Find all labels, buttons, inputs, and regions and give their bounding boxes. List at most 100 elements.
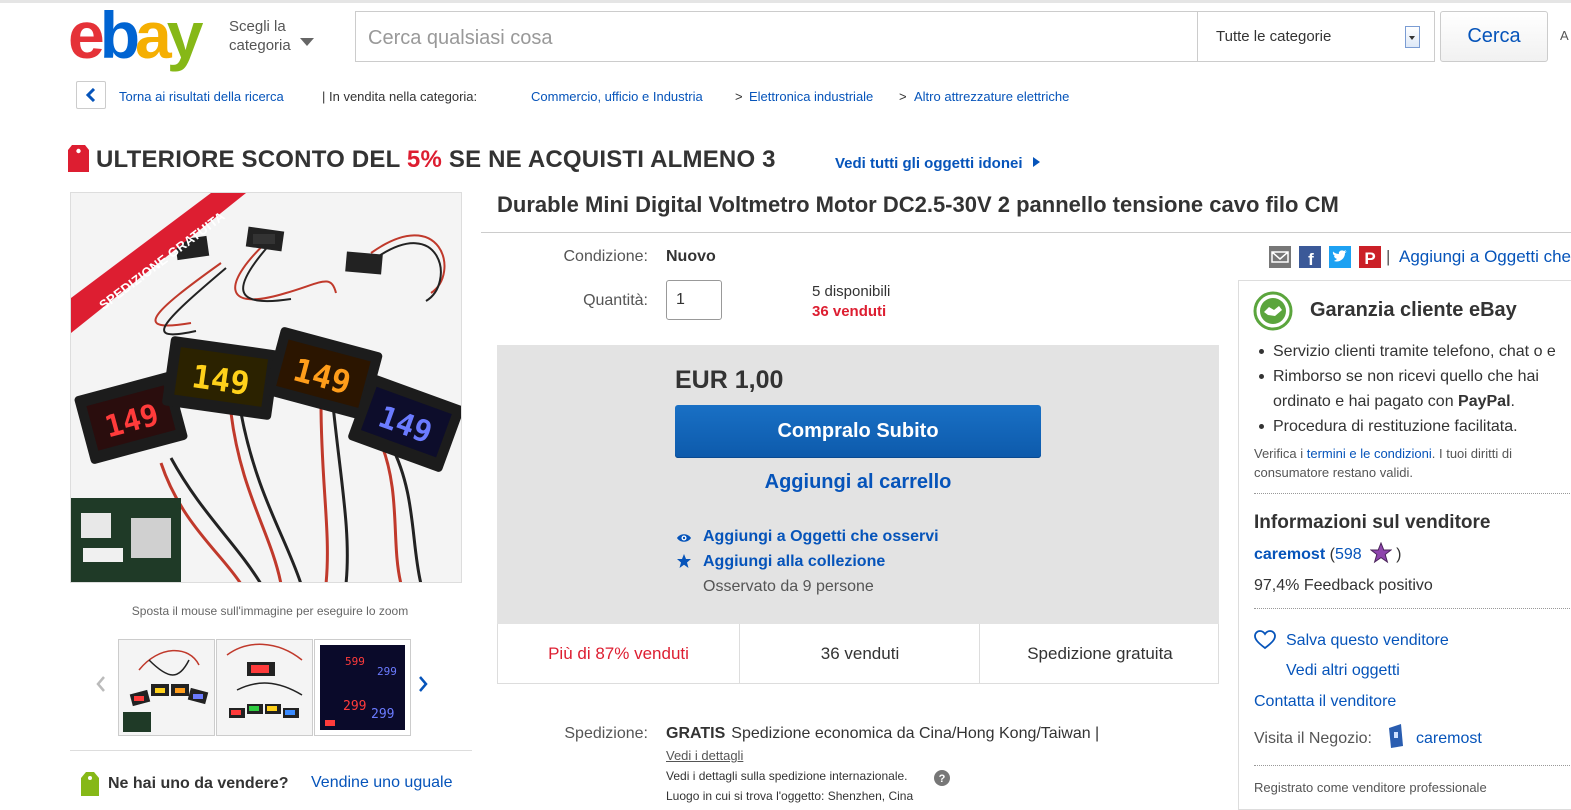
- registered-seller-note: Registrato come venditore professionale: [1254, 780, 1487, 795]
- back-to-results-link[interactable]: Torna ai risultati della ricerca: [119, 89, 284, 104]
- category-select-value: Tutte le categorie: [1216, 28, 1332, 45]
- item-location: Luogo in cui si trova l'oggetto: Shenzhe…: [666, 789, 914, 803]
- twitter-share-icon[interactable]: [1329, 246, 1351, 273]
- dropdown-arrow-icon[interactable]: [1405, 26, 1420, 48]
- guarantee-text: Rimborso se non ricevi quello che hai: [1273, 368, 1539, 385]
- contact-seller-link[interactable]: Contatta il venditore: [1254, 693, 1396, 711]
- promo-banner: ULTERIORE SCONTO DEL 5% SE NE ACQUISTI A…: [96, 146, 776, 174]
- sell-tag-icon: [80, 770, 100, 801]
- eye-icon: [676, 531, 692, 549]
- seller-info-row: caremost (598 ): [1254, 541, 1401, 564]
- promo-link-label: Vedi tutti gli oggetti idonei: [835, 155, 1023, 172]
- top-border: [0, 0, 1571, 3]
- breadcrumb-label: | In vendita nella categoria:: [322, 89, 478, 104]
- shipping-label: Spedizione:: [564, 725, 648, 742]
- terms-note: Verifica i termini e le condizioni. I tu…: [1254, 444, 1564, 482]
- stat-percent-sold: Più di 87% venduti: [548, 644, 689, 663]
- breadcrumb-arrow: >: [899, 89, 907, 104]
- display-yellow: 149: [189, 357, 252, 403]
- watchers-count: Osservato da 9 persone: [703, 578, 874, 595]
- add-to-collection-link[interactable]: Aggiungi alla collezione: [703, 553, 885, 571]
- category-picker-line2: categoria: [229, 37, 291, 54]
- email-share-icon[interactable]: [1269, 246, 1291, 273]
- guarantee-item: Procedura di restituzione facilitata.: [1255, 414, 1571, 439]
- header-edge-text[interactable]: A: [1560, 28, 1569, 43]
- thumb-display-blue-2: 299: [371, 707, 394, 722]
- zoom-hint: Sposta il mouse sull'immagine per esegui…: [131, 604, 409, 618]
- available-count: 5 disponibili: [812, 283, 891, 300]
- svg-text:f: f: [1308, 250, 1314, 268]
- price-tag-icon: [68, 145, 89, 172]
- condition-value: Nuovo: [666, 248, 716, 265]
- heart-icon[interactable]: [1254, 630, 1276, 655]
- guarantee-text: Procedura di restituzione facilitata.: [1273, 418, 1518, 435]
- condition-label: Condizione:: [563, 248, 649, 265]
- guarantee-list: Servizio clienti tramite telefono, chat …: [1255, 339, 1571, 439]
- category-select[interactable]: Tutte le categorie: [1197, 11, 1435, 62]
- back-button[interactable]: [76, 81, 106, 109]
- thumb-display-red-2: 299: [343, 699, 366, 714]
- seller-info-title: Informazioni sul venditore: [1254, 512, 1491, 533]
- add-to-cart-button[interactable]: Aggiungi al carrello: [675, 471, 1041, 494]
- store-name-link[interactable]: caremost: [1416, 730, 1482, 748]
- sell-question: Ne hai uno da vendere?: [108, 775, 289, 792]
- thumbnail-1[interactable]: [118, 639, 215, 736]
- divider: [481, 232, 1571, 233]
- facebook-share-icon[interactable]: f: [1299, 246, 1321, 273]
- svg-text:P: P: [1364, 249, 1375, 268]
- category-picker[interactable]: Scegli la categoria: [229, 17, 314, 55]
- add-to-watchlist-top-link[interactable]: Aggiungi a Oggetti che: [1399, 247, 1571, 267]
- seller-name-link[interactable]: caremost: [1254, 546, 1325, 563]
- svg-text:?: ?: [939, 773, 946, 785]
- share-separator: |: [1386, 247, 1391, 266]
- promo-percent: 5%: [406, 146, 442, 173]
- shipping-value: GRATIS Spedizione economica da Cina/Hong …: [666, 725, 1099, 743]
- stat-free-shipping: Spedizione gratuita: [979, 624, 1220, 683]
- price: EUR 1,00: [675, 366, 784, 394]
- thumb-prev-icon[interactable]: [96, 676, 106, 697]
- sold-count[interactable]: 36 venduti: [812, 303, 886, 320]
- dotted-divider: [1254, 608, 1571, 609]
- add-to-watchlist-link[interactable]: Aggiungi a Oggetti che osservi: [703, 528, 939, 546]
- breadcrumb-item-altro[interactable]: Altro attrezzature elettriche: [914, 89, 1069, 104]
- chevron-down-icon: [300, 38, 314, 46]
- svg-text:ebay: ebay: [68, 2, 204, 72]
- other-items-link[interactable]: Vedi altri oggetti: [1286, 662, 1400, 680]
- pinterest-share-icon[interactable]: P: [1359, 246, 1381, 273]
- breadcrumb-item-commercio[interactable]: Commercio, ufficio e Industria: [531, 89, 703, 104]
- star-icon: [677, 554, 691, 573]
- shipping-method: Spedizione economica da Cina/Hong Kong/T…: [731, 725, 1100, 742]
- breadcrumb-arrow: >: [735, 89, 743, 104]
- promo-prefix: ULTERIORE SCONTO DEL: [96, 146, 407, 173]
- promo-eligible-link[interactable]: Vedi tutti gli oggetti idonei: [835, 155, 1040, 172]
- shipping-details-link[interactable]: Vedi i dettagli: [666, 748, 743, 763]
- thumb-display-red: 599: [345, 655, 365, 668]
- chevron-right-icon: [1032, 157, 1040, 167]
- thumbnail-3[interactable]: 599 299 299 299: [314, 639, 411, 736]
- seller-score-link[interactable]: 598: [1335, 546, 1362, 563]
- dotted-divider: [1254, 493, 1571, 494]
- guarantee-item: Servizio clienti tramite telefono, chat …: [1255, 339, 1571, 364]
- help-icon[interactable]: ?: [934, 770, 950, 791]
- positive-feedback: 97,4% Feedback positivo: [1254, 577, 1433, 594]
- store-label: Visita il Negozio:: [1254, 730, 1372, 747]
- save-seller-link[interactable]: Salva questo venditore: [1286, 632, 1449, 650]
- search-input[interactable]: Cerca qualsiasi cosa: [355, 11, 1198, 62]
- guarantee-item: Rimborso se non ricevi quello che hai ord…: [1255, 364, 1571, 414]
- search-button[interactable]: Cerca: [1440, 11, 1548, 62]
- breadcrumb-item-elettronica[interactable]: Elettronica industriale: [749, 89, 873, 104]
- terms-link[interactable]: termini e le condizioni: [1307, 446, 1432, 461]
- purple-star-icon: [1369, 541, 1393, 564]
- guarantee-shield-icon: [1253, 291, 1293, 336]
- promo-suffix: SE NE ACQUISTI ALMENO 3: [442, 146, 776, 173]
- buy-now-button[interactable]: Compralo Subito: [675, 405, 1041, 458]
- category-picker-line1: Scegli la: [229, 18, 286, 35]
- thumbnail-2[interactable]: [216, 639, 313, 736]
- quantity-input[interactable]: 1: [666, 280, 722, 320]
- main-product-image[interactable]: 149 149 149 149 SPEDIZIONE GRATUITA: [70, 192, 462, 583]
- sell-similar-link[interactable]: Vendine uno uguale: [311, 774, 452, 792]
- thumb-next-icon[interactable]: [418, 676, 428, 697]
- shipping-intl-note: Vedi i dettagli sulla spedizione interna…: [666, 769, 908, 783]
- ebay-logo[interactable]: ebay: [68, 0, 228, 72]
- item-title: Durable Mini Digital Voltmetro Motor DC2…: [497, 192, 1339, 217]
